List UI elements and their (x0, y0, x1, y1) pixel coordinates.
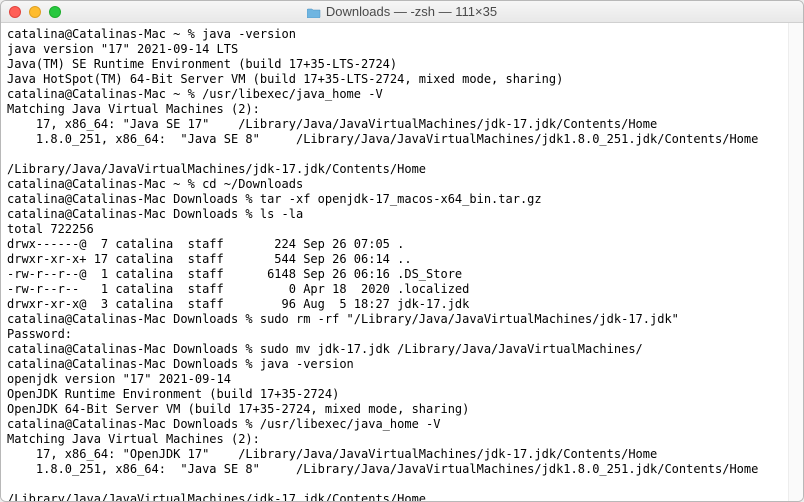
folder-icon (307, 6, 321, 17)
titlebar: Downloads — -zsh — 111×35 (1, 1, 803, 23)
window-title: Downloads — -zsh — 111×35 (1, 4, 803, 19)
terminal-body[interactable]: catalina@Catalinas-Mac ~ % java -version… (1, 23, 803, 501)
terminal-content: catalina@Catalinas-Mac ~ % java -version… (7, 27, 797, 501)
terminal-window: Downloads — -zsh — 111×35 catalina@Catal… (0, 0, 804, 502)
maximize-button[interactable] (49, 6, 61, 18)
terminal-lines: catalina@Catalinas-Mac ~ % java -version… (7, 27, 758, 501)
traffic-lights (1, 6, 61, 18)
minimize-button[interactable] (29, 6, 41, 18)
scrollbar[interactable] (788, 23, 803, 501)
close-button[interactable] (9, 6, 21, 18)
window-title-text: Downloads — -zsh — 111×35 (326, 4, 497, 19)
